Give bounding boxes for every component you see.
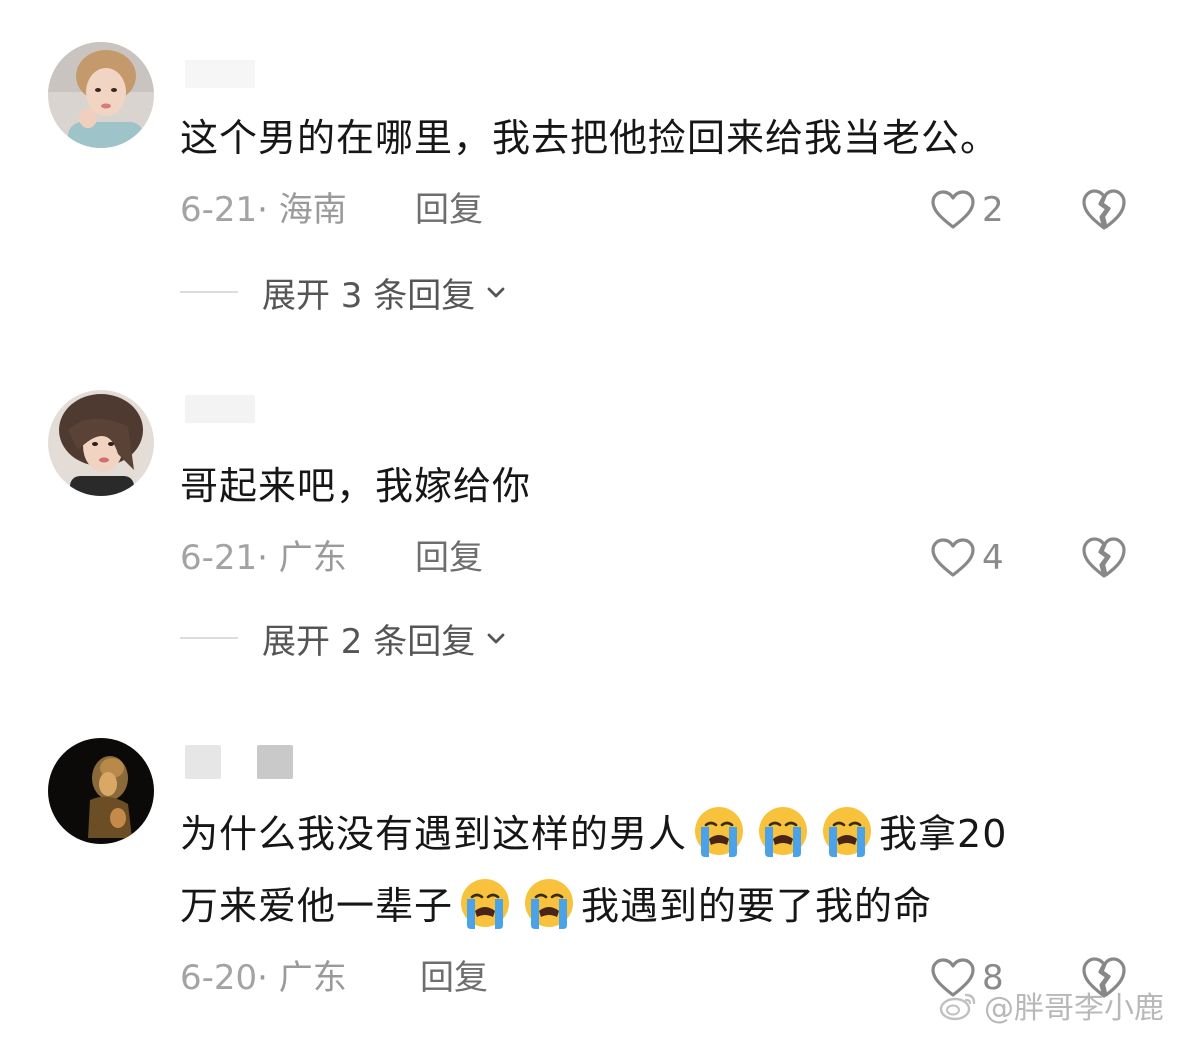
expand-replies-button[interactable]: 展开 2 条回复 (262, 614, 507, 663)
avatar[interactable] (48, 390, 154, 496)
broken-heart-icon (1082, 189, 1126, 230)
comment-location: 广东 (278, 538, 347, 578)
comment-text: 为什么我没有遇到这样的男人 我拿20 万来爱他一辈子 我遇到的要了我的命 (180, 798, 1140, 942)
meta-separator: · (257, 958, 279, 998)
broken-heart-icon (1082, 537, 1126, 578)
comment-text-part: 我拿20 (879, 812, 1008, 856)
loudly-crying-face-icon (695, 807, 744, 857)
avatar[interactable] (48, 738, 154, 844)
woman-portrait-avatar-icon (48, 42, 154, 148)
divider-line (180, 637, 238, 639)
like-button[interactable]: 4 (930, 536, 1004, 580)
avatar[interactable] (48, 42, 154, 148)
comment-text: 这个男的在哪里，我去把他捡回来给我当老公。 (180, 116, 1000, 160)
comment-meta: 6-21· 广东 (180, 538, 347, 578)
comment-date: 6-20 (180, 958, 258, 998)
comment-date: 6-21 (180, 190, 258, 230)
like-count: 4 (982, 538, 1004, 578)
buddha-statue-avatar-icon (48, 738, 154, 844)
reply-button[interactable]: 回复 (420, 958, 488, 998)
woman-portrait-avatar-icon (48, 390, 154, 496)
expand-replies-button[interactable]: 展开 3 条回复 (262, 268, 507, 317)
expand-replies-label: 展开 2 条回复 (262, 621, 476, 662)
dislike-button[interactable] (1080, 536, 1128, 580)
meta-separator: · (257, 538, 279, 578)
loudly-crying-face-icon (525, 879, 574, 929)
heart-icon (931, 190, 975, 229)
comment-date: 6-21 (180, 538, 258, 578)
loudly-crying-face-icon (759, 807, 808, 857)
chevron-down-icon (487, 633, 505, 644)
expand-replies-row: 展开 2 条回复 (180, 618, 507, 662)
comment-text-part: 万来爱他一辈子 (180, 884, 454, 928)
watermark: @胖哥李小鹿 (938, 983, 1164, 1027)
comment-text-part: 为什么我没有遇到这样的男人 (180, 812, 688, 856)
reply-button[interactable]: 回复 (415, 538, 483, 578)
like-button[interactable]: 2 (930, 188, 1004, 232)
weibo-logo-icon (939, 993, 976, 1021)
comment-location: 海南 (278, 190, 347, 230)
heart-icon (931, 538, 975, 577)
comment-text-part: 我遇到的要了我的命 (581, 884, 933, 928)
chevron-down-icon (487, 287, 505, 298)
loudly-crying-face-icon (823, 807, 872, 857)
expand-replies-label: 展开 3 条回复 (262, 275, 476, 316)
dislike-button[interactable] (1080, 188, 1128, 232)
watermark-text: @胖哥李小鹿 (984, 991, 1164, 1026)
reply-button[interactable]: 回复 (415, 190, 483, 230)
comment-location: 广东 (278, 958, 347, 998)
comment-meta: 6-21· 海南 (180, 190, 347, 230)
like-count: 2 (982, 190, 1004, 230)
comment-meta: 6-20· 广东 (180, 958, 347, 998)
loudly-crying-face-icon (461, 879, 510, 929)
expand-replies-row: 展开 3 条回复 (180, 272, 507, 316)
divider-line (180, 291, 238, 293)
comment-text: 哥起来吧，我嫁给你 (180, 464, 532, 508)
meta-separator: · (257, 190, 279, 230)
